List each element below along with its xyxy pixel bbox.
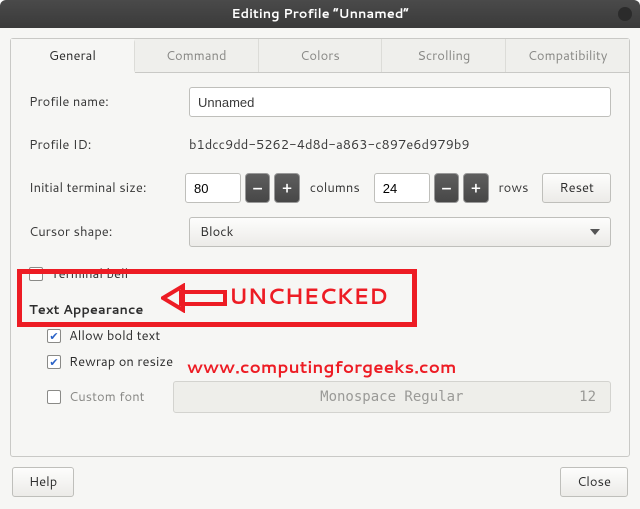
help-button[interactable]: Help [12, 467, 74, 497]
profile-name-input[interactable] [189, 87, 611, 117]
rows-input[interactable] [374, 173, 430, 203]
custom-font-checkbox[interactable] [47, 390, 61, 404]
custom-font-label: Custom font [69, 388, 145, 406]
window-titlebar: Editing Profile “Unnamed” [0, 0, 640, 28]
close-button[interactable]: Close [560, 467, 628, 497]
columns-increment-button[interactable]: + [274, 173, 299, 203]
row-terminal-bell: Terminal bell [29, 265, 611, 283]
cursor-shape-dropdown[interactable]: Block [189, 217, 611, 247]
columns-decrement-button[interactable]: − [245, 173, 270, 203]
tab-colors[interactable]: Colors [259, 39, 383, 72]
dialog-body: General Command Colors Scrolling Compati… [0, 28, 640, 509]
tab-scrolling[interactable]: Scrolling [382, 39, 506, 72]
row-custom-font: Custom font Monospace Regular 12 [29, 381, 611, 413]
row-profile-name: Profile name: [29, 87, 611, 117]
window-title: Editing Profile “Unnamed” [231, 5, 408, 23]
rows-increment-button[interactable]: + [463, 173, 488, 203]
row-profile-id: Profile ID: b1dcc9dd-5262-4d8d-a863-c897… [29, 131, 611, 159]
profile-id-value: b1dcc9dd-5262-4d8d-a863-c897e6d979b9 [189, 136, 470, 154]
allow-bold-label: Allow bold text [69, 327, 160, 345]
notebook-panel: General Command Colors Scrolling Compati… [10, 38, 630, 457]
rows-unit: rows [499, 179, 529, 197]
font-chooser-button: Monospace Regular 12 [173, 381, 611, 413]
window-close-button[interactable] [618, 7, 632, 21]
terminal-bell-checkbox[interactable] [29, 267, 43, 281]
tab-bar: General Command Colors Scrolling Compati… [11, 39, 629, 73]
rows-decrement-button[interactable]: − [434, 173, 459, 203]
text-appearance-title: Text Appearance [29, 301, 611, 319]
general-form: Profile name: Profile ID: b1dcc9dd-5262-… [11, 73, 629, 423]
font-name: Monospace Regular [320, 389, 463, 405]
row-initial-size: Initial terminal size: − + columns − + r… [29, 173, 611, 203]
font-size: 12 [579, 389, 596, 405]
columns-input[interactable] [185, 173, 241, 203]
rewrap-label: Rewrap on resize [69, 353, 173, 371]
profile-id-label: Profile ID: [29, 136, 189, 154]
dialog-footer: Help Close [10, 467, 630, 499]
row-cursor-shape: Cursor shape: Block [29, 217, 611, 247]
terminal-bell-label: Terminal bell [51, 265, 128, 283]
cursor-shape-label: Cursor shape: [29, 223, 189, 241]
columns-unit: columns [310, 179, 360, 197]
initial-size-label: Initial terminal size: [29, 179, 185, 197]
reset-size-button[interactable]: Reset [542, 173, 611, 203]
row-allow-bold: Allow bold text [47, 327, 611, 345]
chevron-down-icon [590, 229, 600, 235]
profile-name-label: Profile name: [29, 93, 189, 111]
rewrap-checkbox[interactable] [47, 355, 61, 369]
tab-general[interactable]: General [11, 39, 135, 73]
cursor-shape-value: Block [200, 223, 233, 241]
tab-compatibility[interactable]: Compatibility [506, 39, 629, 72]
row-rewrap: Rewrap on resize [47, 353, 611, 371]
allow-bold-checkbox[interactable] [47, 329, 61, 343]
tab-command[interactable]: Command [135, 39, 259, 72]
